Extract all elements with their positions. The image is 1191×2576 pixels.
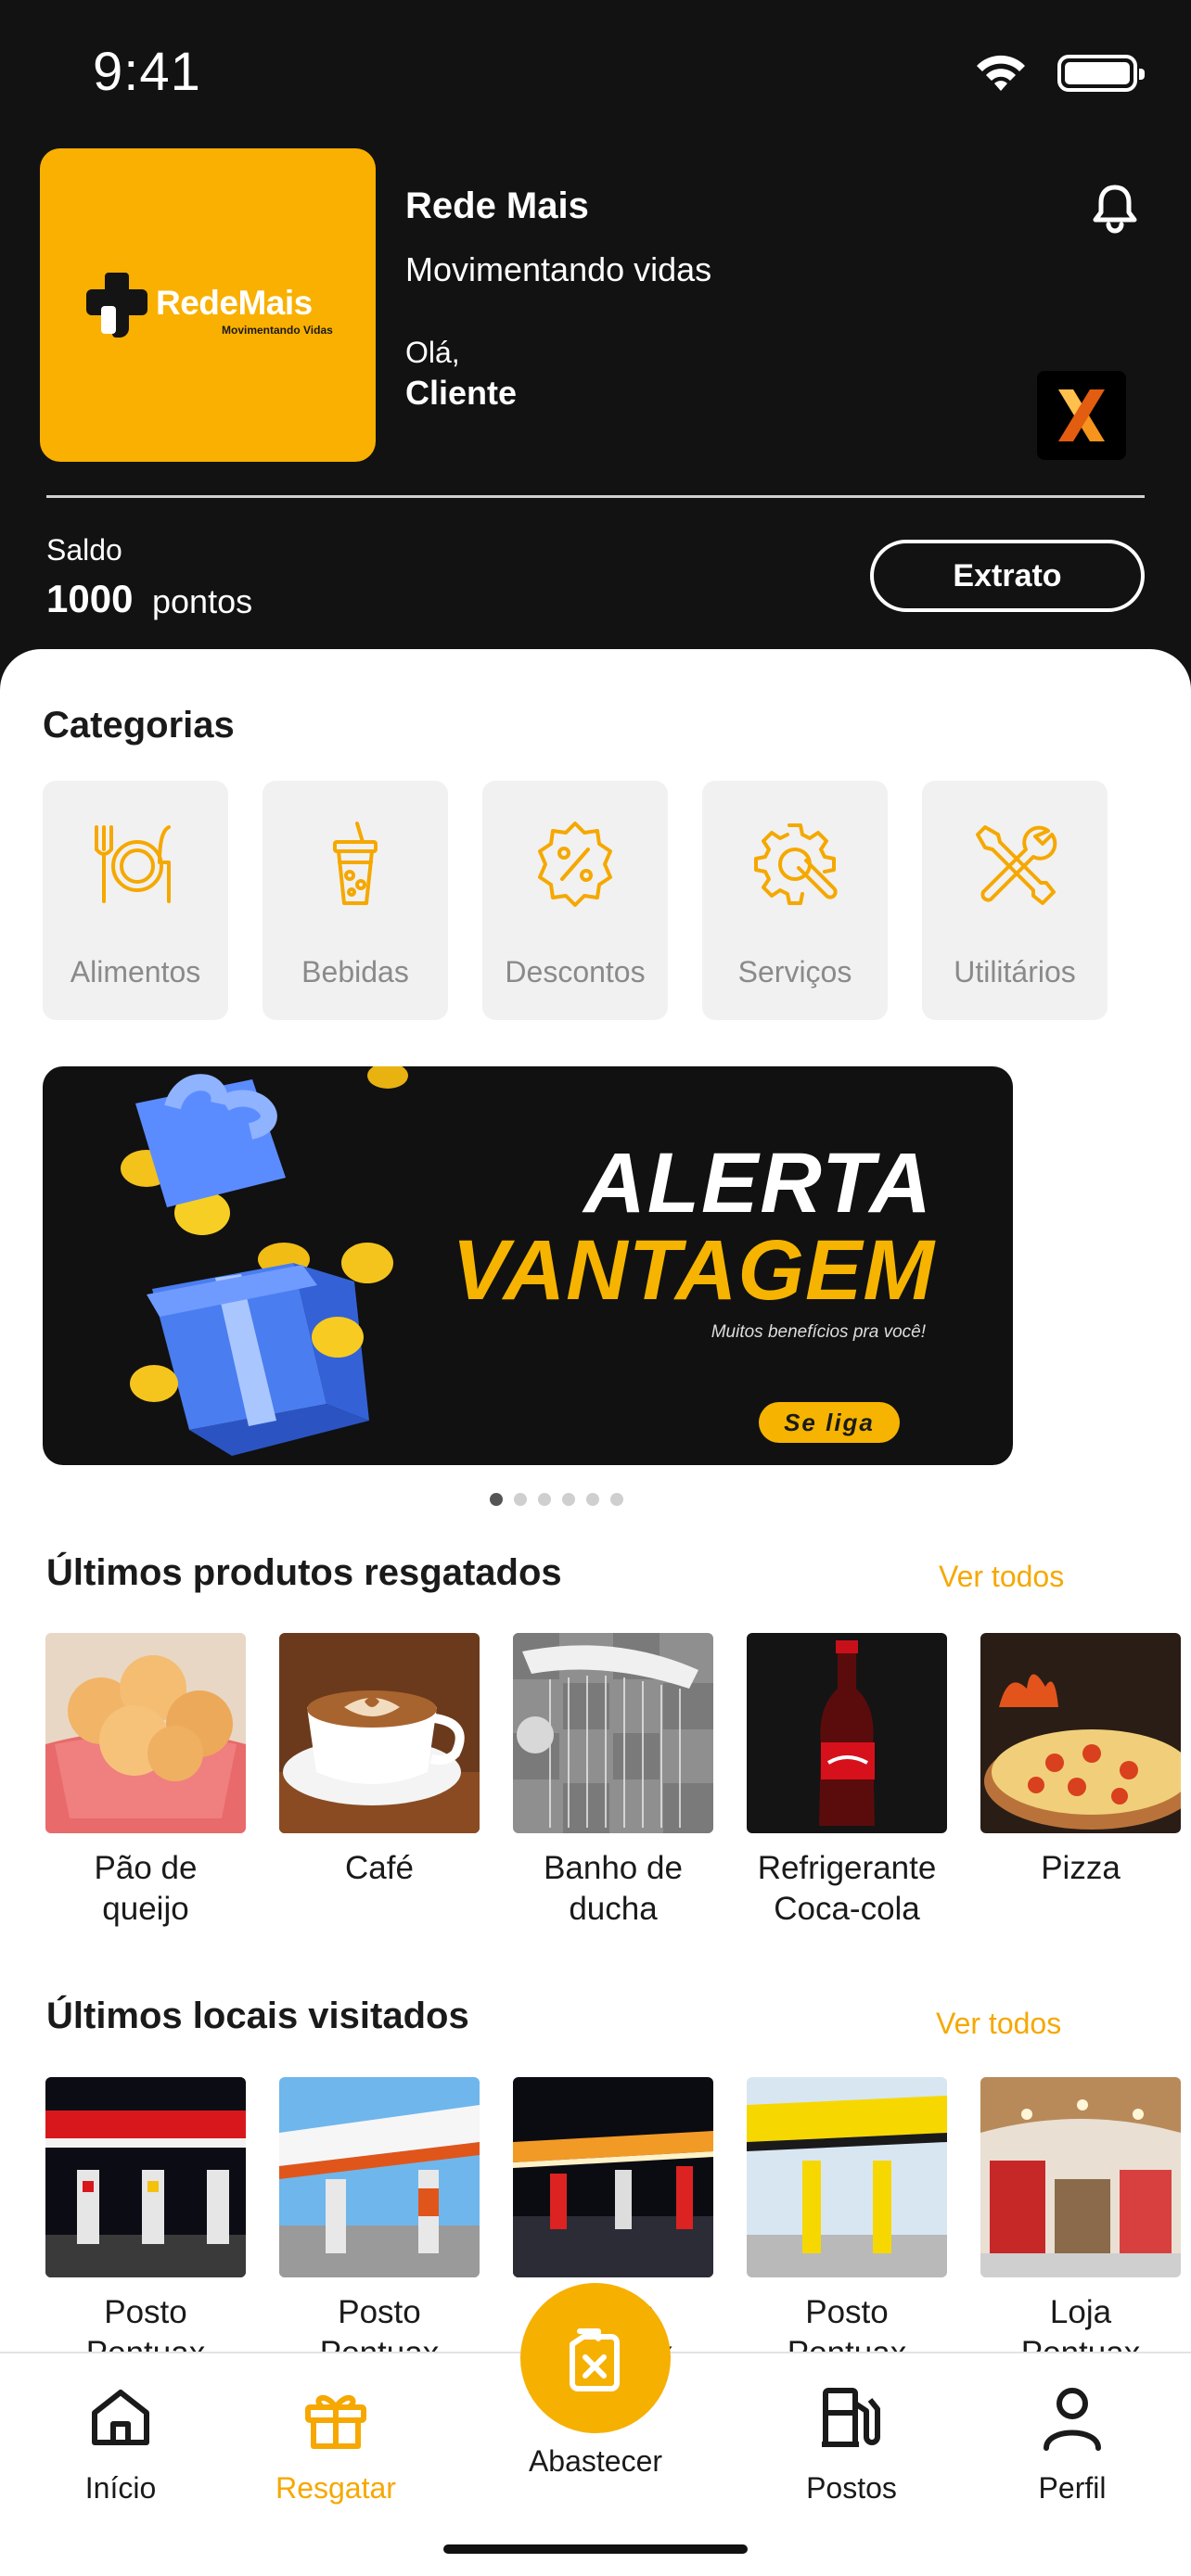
carousel-dot[interactable] xyxy=(514,1493,527,1506)
product-image xyxy=(747,1633,947,1833)
fuel-can-icon xyxy=(570,2328,620,2391)
place-image xyxy=(279,2077,480,2277)
products-title: Últimos produtos resgatados xyxy=(46,1552,562,1593)
nav-label: Perfil xyxy=(1038,2471,1107,2505)
banner-cta-button[interactable]: Se liga xyxy=(759,1402,900,1443)
category-alimentos[interactable]: Alimentos xyxy=(43,781,228,1020)
gift-icon xyxy=(305,2394,366,2449)
carousel-dot-active[interactable] xyxy=(490,1493,503,1506)
place-card[interactable]: Posto Pontuax xyxy=(45,2077,246,2355)
notification-bell-icon[interactable] xyxy=(1091,182,1139,234)
nav-label: Resgatar xyxy=(275,2471,396,2505)
nav-postos[interactable]: Postos xyxy=(768,2385,935,2506)
promo-banner[interactable]: ALERTA VANTAGEM Muitos benefícios pra vo… xyxy=(43,1066,1013,1465)
nav-label: Postos xyxy=(806,2471,897,2505)
greeting: Olá, xyxy=(405,336,460,369)
product-image xyxy=(45,1633,246,1833)
product-name: Café xyxy=(345,1850,414,1886)
places-title: Últimos locais visitados xyxy=(46,1996,469,2036)
product-image xyxy=(513,1633,713,1833)
brand-name: Rede Mais xyxy=(405,185,589,226)
product-name: Pão de queijo xyxy=(94,1850,198,1927)
banner-title-line2: VANTAGEM xyxy=(452,1223,935,1318)
drink-cup-icon xyxy=(333,822,378,905)
category-label: Bebidas xyxy=(301,955,409,988)
carousel-dot[interactable] xyxy=(562,1493,575,1506)
battery-icon xyxy=(1057,55,1145,92)
category-utilitarios[interactable]: Utilitários xyxy=(922,781,1108,1020)
nav-inicio[interactable]: Início xyxy=(37,2385,204,2506)
product-name: Banho de ducha xyxy=(544,1850,683,1927)
place-name: Posto Pontuax xyxy=(787,2294,907,2355)
category-servicos[interactable]: Serviços xyxy=(702,781,888,1020)
banner-title-line1: ALERTA xyxy=(583,1136,933,1231)
nav-perfil[interactable]: Perfil xyxy=(989,2385,1156,2506)
percent-badge-icon xyxy=(538,822,612,907)
user-name: Cliente xyxy=(405,374,518,412)
plus-logo-icon xyxy=(86,273,147,338)
categories-title: Categorias xyxy=(43,705,235,746)
content-sheet: Categorias Alimentos Bebidas Descontos S… xyxy=(0,649,1191,2355)
header-divider xyxy=(46,495,1145,498)
product-card[interactable]: Refrigerante Coca-cola xyxy=(747,1633,947,1930)
place-name: Posto Pontuax xyxy=(319,2294,440,2355)
balance-value: 1000 xyxy=(46,577,134,620)
product-card[interactable]: Banho de ducha xyxy=(513,1633,713,1930)
category-descontos[interactable]: Descontos xyxy=(482,781,668,1020)
balance-label: Saldo xyxy=(46,533,122,567)
gas-pump-icon xyxy=(822,2388,880,2447)
home-icon xyxy=(92,2390,149,2445)
product-name: Pizza xyxy=(1041,1850,1121,1886)
places-see-all-link[interactable]: Ver todos xyxy=(936,2007,1061,2041)
home-indicator xyxy=(443,2544,748,2554)
product-card[interactable]: Pão de queijo xyxy=(45,1633,246,1930)
logo-text: RedeMais xyxy=(156,284,313,322)
carousel-dot[interactable] xyxy=(538,1493,551,1506)
brand-logo: RedeMais Movimentando Vidas xyxy=(40,148,376,462)
carousel-indicator xyxy=(490,1493,623,1506)
carousel-dot[interactable] xyxy=(586,1493,599,1506)
category-label: Utilitários xyxy=(954,955,1076,988)
partner-badge[interactable] xyxy=(1037,371,1126,460)
nav-resgatar[interactable]: Resgatar xyxy=(252,2385,419,2506)
place-name: Loja Pontuax xyxy=(1020,2294,1141,2355)
carousel-dot[interactable] xyxy=(610,1493,623,1506)
category-label: Serviços xyxy=(737,955,852,988)
status-time: 9:41 xyxy=(93,42,201,102)
place-card[interactable]: Posto Pontuax xyxy=(279,2077,480,2355)
place-image xyxy=(747,2077,947,2277)
logo-subtext: Movimentando Vidas xyxy=(222,324,333,337)
gift-box-coins-illustration xyxy=(121,1066,408,1456)
x-logo-icon xyxy=(1058,389,1105,441)
category-bebidas[interactable]: Bebidas xyxy=(263,781,448,1020)
category-label: Descontos xyxy=(505,955,646,988)
place-image xyxy=(513,2077,713,2277)
nav-label: Início xyxy=(84,2471,157,2505)
product-card[interactable]: Café xyxy=(279,1633,480,1889)
plate-cutlery-icon xyxy=(95,825,171,903)
place-name: Posto Pontuax xyxy=(85,2294,206,2355)
wifi-icon xyxy=(977,55,1025,91)
user-icon xyxy=(1044,2388,1101,2451)
header: 9:41 RedeMais Movimentando Vidas Rede Ma… xyxy=(0,0,1191,705)
place-image xyxy=(980,2077,1181,2277)
statement-button[interactable]: Extrato xyxy=(870,540,1145,612)
tools-icon xyxy=(976,825,1057,905)
brand-tagline: Movimentando vidas xyxy=(405,250,712,288)
place-card[interactable]: Loja Pontuax xyxy=(980,2077,1181,2355)
product-card[interactable]: Pizza xyxy=(980,1633,1181,1889)
place-image xyxy=(45,2077,246,2277)
status-icons xyxy=(972,52,1145,95)
balance-unit: pontos xyxy=(152,582,253,620)
refuel-label: Abastecer xyxy=(528,2444,663,2478)
gear-wrench-icon xyxy=(754,823,838,905)
products-see-all-link[interactable]: Ver todos xyxy=(939,1560,1064,1594)
product-image xyxy=(980,1633,1181,1833)
place-card[interactable]: Posto Pontuax xyxy=(747,2077,947,2355)
product-image xyxy=(279,1633,480,1833)
refuel-fab-button[interactable] xyxy=(520,2283,671,2433)
category-label: Alimentos xyxy=(70,955,201,988)
product-name: Refrigerante Coca-cola xyxy=(757,1850,937,1927)
banner-subtitle: Muitos benefícios pra você! xyxy=(711,1322,926,1342)
